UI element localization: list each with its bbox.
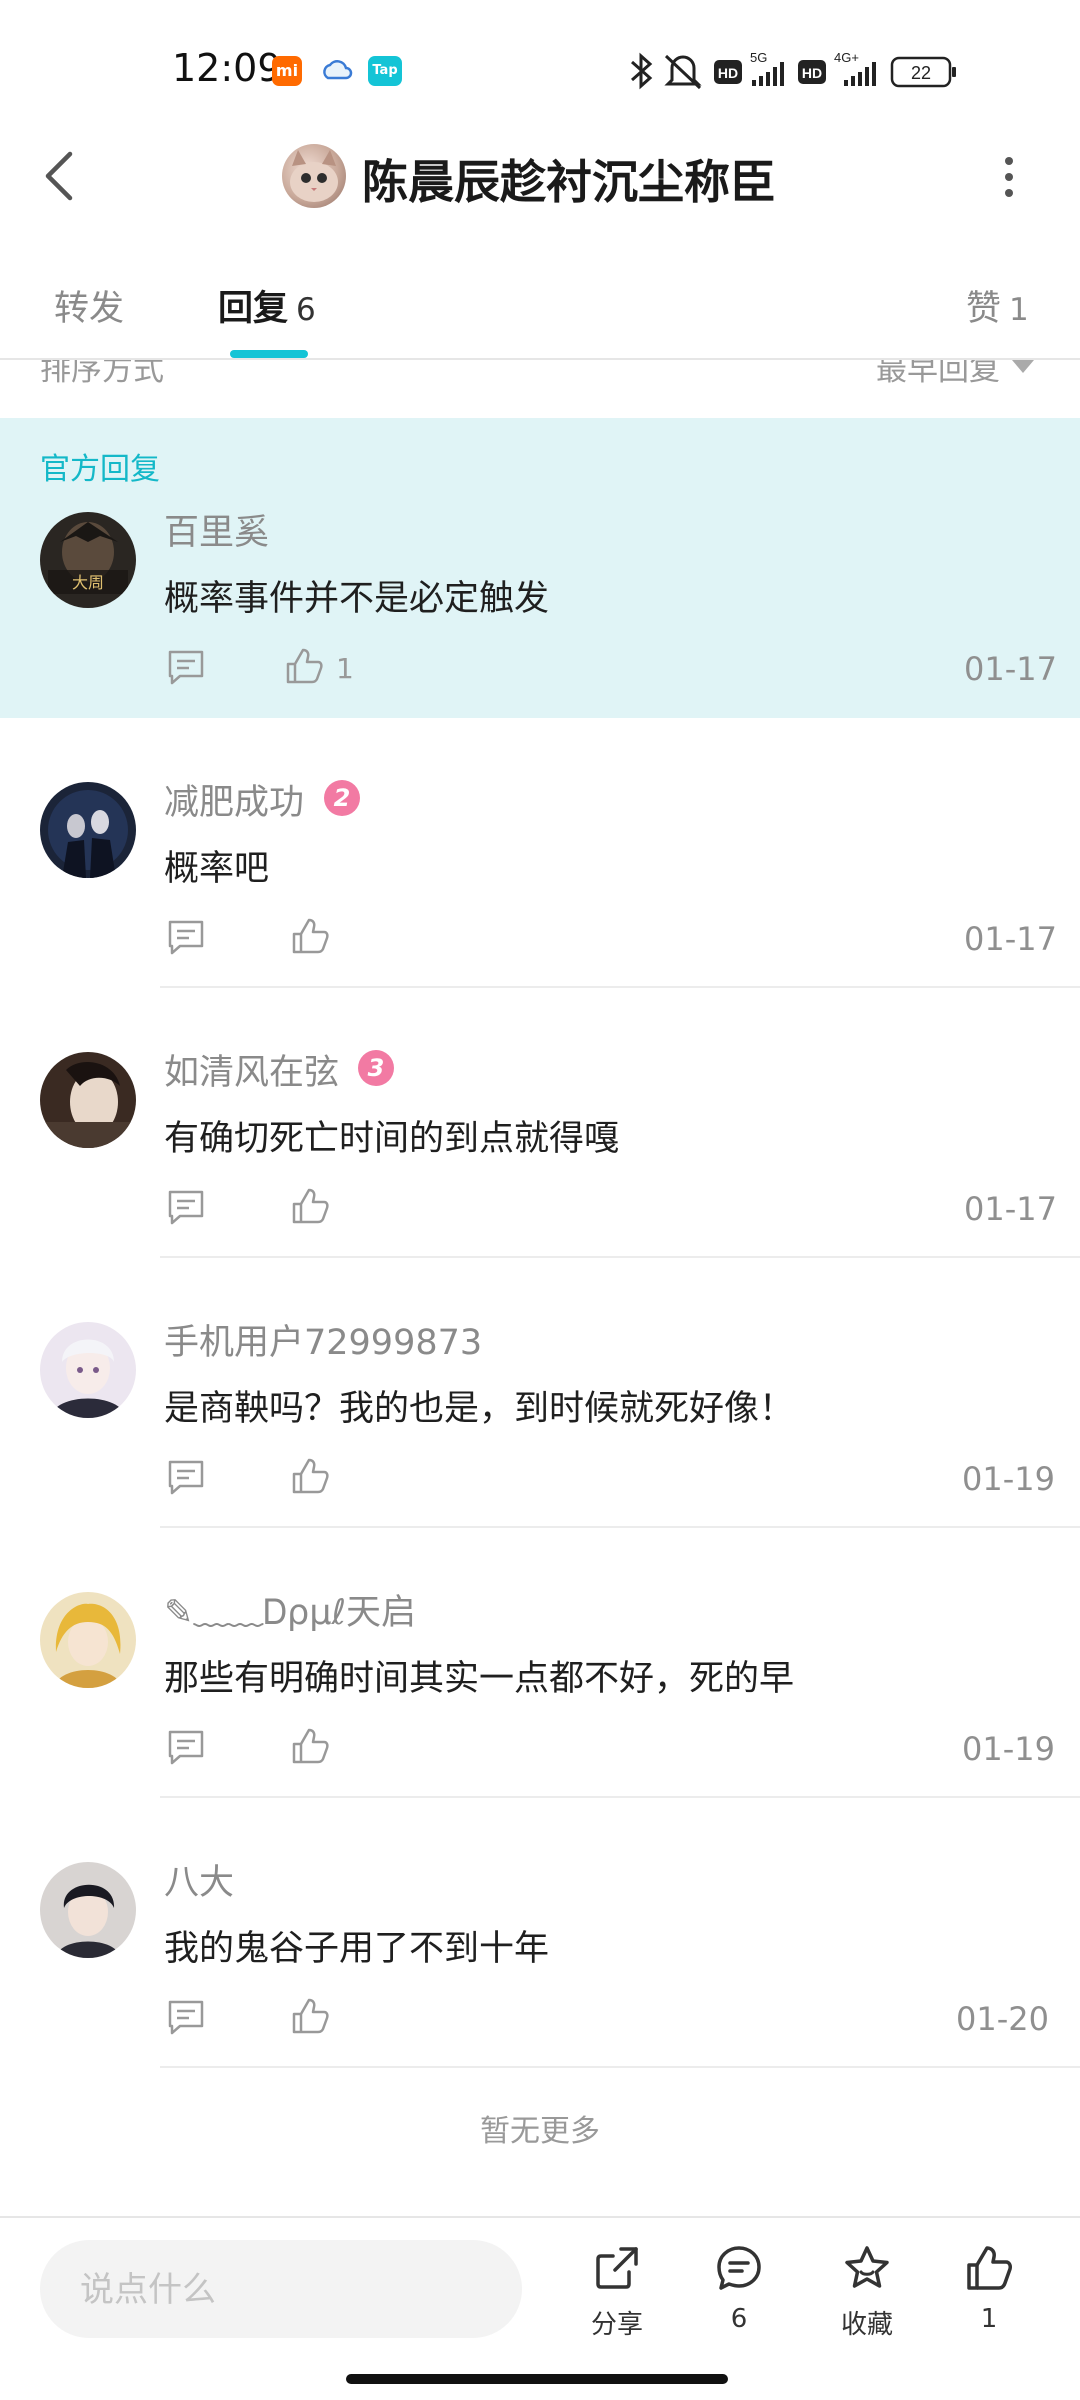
caret-down-icon <box>1012 360 1034 373</box>
star-icon <box>845 2246 889 2288</box>
like-count: 1 <box>336 652 354 685</box>
comment-author-name: 减肥成功 <box>164 783 305 823</box>
tab-like-count: 1 <box>1009 292 1029 328</box>
level-badge: 2 <box>324 780 360 816</box>
comment-date: 01-19 <box>962 1460 1055 1498</box>
comment-input[interactable] <box>78 2266 482 2314</box>
status-time: 12:09 <box>172 46 282 90</box>
reply-icon[interactable] <box>166 648 206 686</box>
tab-reply[interactable]: 回复 6 <box>218 280 316 331</box>
comment-text: 概率事件并不是必定触发 <box>164 579 550 619</box>
reply-icon[interactable] <box>166 918 206 956</box>
row-divider <box>160 1796 1080 1798</box>
bottom-divider <box>0 2216 1080 2218</box>
share-icon <box>596 2247 638 2289</box>
row-divider <box>160 1526 1080 1528</box>
comment-author[interactable]: 八大 <box>164 1854 234 1905</box>
like-icon[interactable] <box>290 1996 330 2036</box>
svg-text:22: 22 <box>911 63 931 83</box>
reply-icon[interactable] <box>166 1728 206 1766</box>
favorite-label: 收藏 <box>840 2310 893 2340</box>
like-icon[interactable] <box>284 646 324 686</box>
comment-date: 01-19 <box>962 1730 1055 1768</box>
row-divider <box>160 1256 1080 1258</box>
comment-count: 6 <box>730 2304 748 2334</box>
like-count-bottom: 1 <box>980 2304 998 2334</box>
comment-date: 01-17 <box>964 920 1057 958</box>
favorite-button[interactable]: 收藏 <box>812 2244 922 2354</box>
share-button[interactable]: 分享 <box>562 2244 672 2354</box>
reply-icon[interactable] <box>166 1458 206 1496</box>
mute-icon <box>664 54 702 90</box>
level-badge: 3 <box>358 1050 394 1086</box>
more-button[interactable] <box>992 150 1026 204</box>
comment-author[interactable]: 如清风在弦 <box>164 1044 339 1095</box>
reply-icon[interactable] <box>166 1188 206 1226</box>
comment-date: 01-17 <box>964 1190 1057 1228</box>
mi-icon: mi <box>272 56 302 86</box>
battery-icon: 22 <box>890 56 956 88</box>
comment-author-name: 如清风在弦 <box>164 1053 340 1093</box>
bluetooth-icon <box>631 52 653 90</box>
svg-text:HD: HD <box>802 65 822 81</box>
comment-button[interactable]: 6 <box>684 2244 794 2354</box>
comment-text: 有确切死亡时间的到点就得嘎 <box>164 1119 620 1159</box>
system-status-icons: HD 5G HD 4G+ 22 <box>630 50 1020 92</box>
sort-row[interactable]: 排序方式 最早回复 <box>0 360 1080 384</box>
tab-forward[interactable]: 转发 <box>54 280 124 331</box>
back-button[interactable] <box>36 146 86 206</box>
comment-author[interactable]: ✎﹏﹏Ꭰρμℓ天启 <box>164 1584 416 1635</box>
avatar[interactable] <box>40 782 136 878</box>
more-vertical-icon <box>1005 157 1013 197</box>
official-reply-block <box>0 418 1080 718</box>
reply-icon[interactable] <box>166 1998 206 2036</box>
tab-like[interactable]: 赞1 <box>966 280 1029 331</box>
like-icon[interactable] <box>290 1726 330 1766</box>
tab-reply-count: 6 <box>296 292 316 328</box>
svg-text:HD: HD <box>718 65 738 81</box>
signal-4g-icon <box>844 62 876 86</box>
comment-bubble-icon <box>717 2246 761 2290</box>
sort-label: 排序方式 <box>40 360 164 384</box>
thumbs-up-icon <box>967 2246 1012 2290</box>
like-icon[interactable] <box>290 1456 330 1496</box>
cloud-icon <box>320 56 354 86</box>
comment-text: 是商鞅吗？我的也是，到时候就死好像！ <box>164 1389 795 1429</box>
sort-dropdown[interactable]: 最早回复 <box>876 360 1000 384</box>
share-label: 分享 <box>590 2310 643 2340</box>
comment-author[interactable]: 减肥成功 <box>164 774 304 825</box>
row-divider <box>160 986 1080 988</box>
comment-input-box[interactable] <box>40 2240 522 2338</box>
comment-text: 我的鬼谷子用了不到十年 <box>164 1929 550 1969</box>
avatar[interactable] <box>40 1052 136 1148</box>
no-more-text: 暂无更多 <box>480 2114 600 2149</box>
comment-author[interactable]: 手机用户72999873 <box>164 1314 482 1365</box>
comment-text: 那些有明确时间其实一点都不好，死的早 <box>164 1659 795 1699</box>
comment-text: 概率吧 <box>164 849 270 889</box>
tap-icon: Tap <box>368 56 402 86</box>
comment-date: 01-20 <box>956 2000 1049 2038</box>
like-button[interactable]: 1 <box>934 2244 1044 2354</box>
svg-text:4G+: 4G+ <box>834 50 859 65</box>
tab-reply-label: 回复 <box>218 289 289 329</box>
avatar[interactable]: 大周 <box>40 512 136 608</box>
comment-author[interactable]: 百里奚 <box>164 504 269 555</box>
signal-5g-icon <box>752 62 784 86</box>
tab-active-indicator <box>230 350 308 358</box>
home-indicator[interactable] <box>346 2374 728 2384</box>
avatar[interactable] <box>40 1592 136 1688</box>
page-title: 陈晨辰趁衬沉尘称臣 <box>362 155 776 209</box>
like-icon[interactable] <box>290 916 330 956</box>
comment-date: 01-17 <box>964 650 1057 688</box>
avatar[interactable] <box>40 1322 136 1418</box>
svg-text:大周: 大周 <box>72 573 104 592</box>
svg-text:5G: 5G <box>750 50 767 65</box>
tab-like-label: 赞 <box>966 289 1002 329</box>
row-divider <box>160 2066 1080 2068</box>
official-reply-label: 官方回复 <box>40 452 160 487</box>
like-icon[interactable] <box>290 1186 330 1226</box>
author-avatar[interactable] <box>282 144 346 208</box>
avatar[interactable] <box>40 1862 136 1958</box>
back-arrow-icon <box>45 151 73 201</box>
